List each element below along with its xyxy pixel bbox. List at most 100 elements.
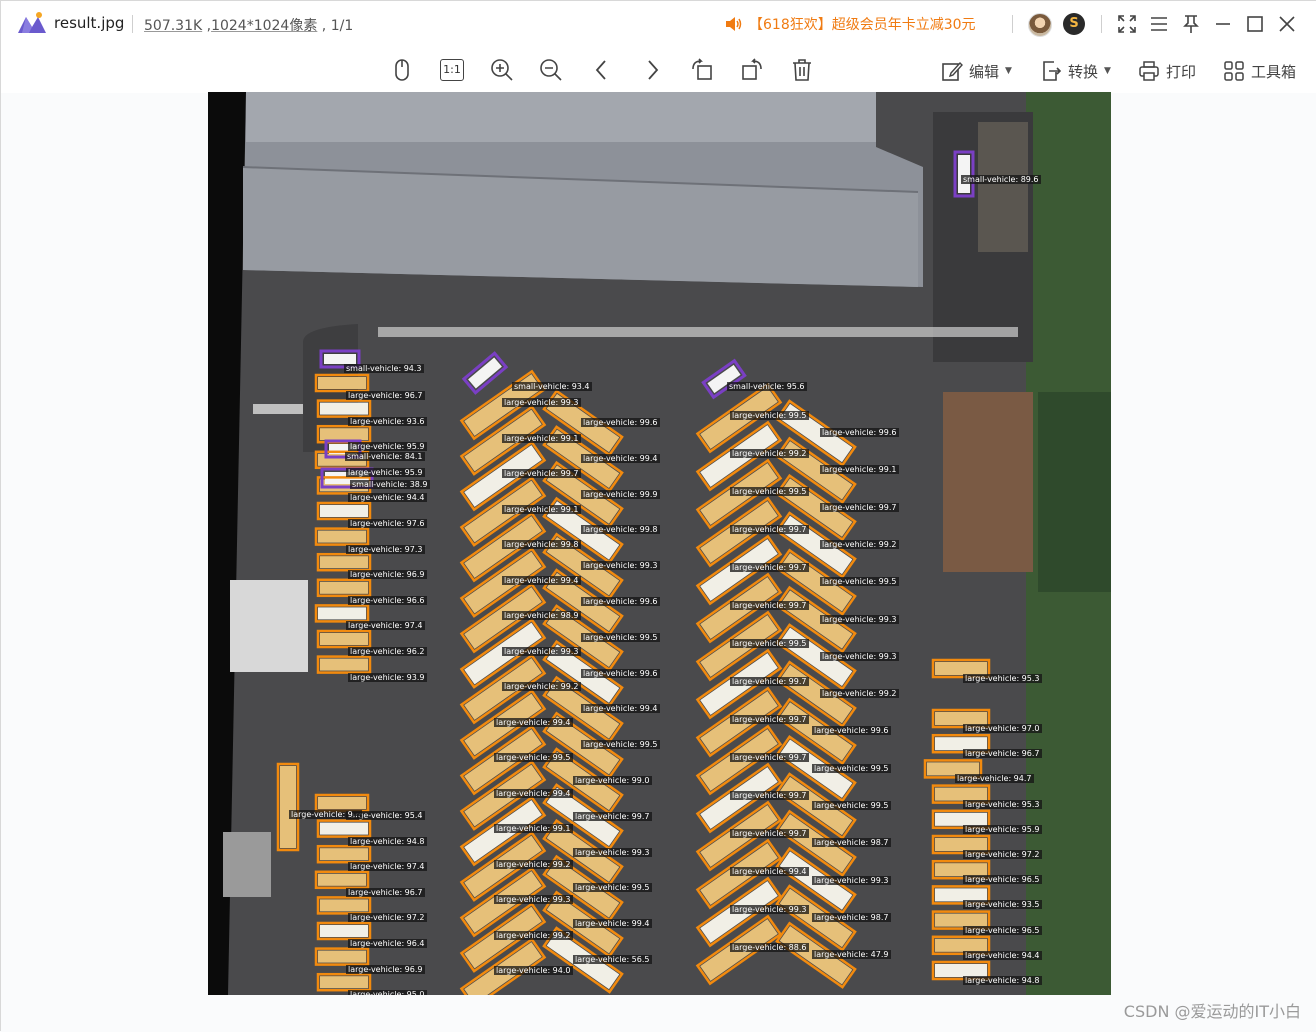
detection-label: large-vehicle: 96.5 <box>963 925 1042 935</box>
bus-body <box>320 976 368 989</box>
detection-label: large-vehicle: 99.5 <box>494 753 573 762</box>
convert-button[interactable]: 转换 ▼ <box>1040 60 1111 82</box>
bus-body <box>320 925 368 937</box>
detection-label: large-vehicle: 99.3 <box>581 561 660 571</box>
detection-label: large-vehicle: 99.7 <box>730 753 809 762</box>
detection-label: large-vehicle: 99.2 <box>820 539 899 549</box>
promo-banner[interactable]: 【618狂欢】超级会员年卡立减30元 <box>725 14 976 34</box>
detection-label: large-vehicle: 99.3 <box>494 895 573 904</box>
detection-label: large-vehicle: 99.5 <box>812 801 891 810</box>
mouse-icon[interactable] <box>389 57 415 83</box>
detection-label: large-vehicle: 47.9 <box>812 950 891 960</box>
actual-size-icon[interactable]: 1:1 <box>440 59 464 81</box>
detection-label: large-vehicle: 99.6 <box>812 726 891 736</box>
detection-label: large-vehicle: 99.5 <box>573 883 652 893</box>
detection-label: large-vehicle: 96.7 <box>346 887 425 897</box>
file-size[interactable]: 507.31K <box>144 18 202 34</box>
bus-body <box>280 766 296 848</box>
detection-label: large-vehicle: 97.2 <box>348 913 427 923</box>
detection-result-image[interactable]: large-vehicle: 96.7 large-vehicle: 93.6 la… <box>208 92 1111 995</box>
detection-label: large-vehicle: 99.7 <box>730 715 809 724</box>
detection-label: large-vehicle: 99.2 <box>730 449 809 458</box>
detection-label: large-vehicle: 94.7 <box>955 774 1034 784</box>
rotate-right-icon[interactable] <box>739 57 765 83</box>
detection-label: large-vehicle: 99.7 <box>730 563 809 572</box>
detection-label: large-vehicle: 99.7 <box>730 601 809 610</box>
detection-label: large-vehicle: 99.5 <box>730 411 809 420</box>
delete-icon[interactable] <box>789 57 815 83</box>
detection-label: large-vehicle: 97.0 <box>963 724 1042 733</box>
detection-label: large-vehicle: 98.7 <box>812 912 891 922</box>
detection-label: large-vehicle: 9... <box>289 810 363 819</box>
maximize-icon[interactable] <box>1244 13 1266 35</box>
zoom-out-icon[interactable] <box>538 57 564 83</box>
bus-body <box>320 822 368 835</box>
detection-label: large-vehicle: 56.5 <box>573 955 652 964</box>
detection-label: large-vehicle: 99.7 <box>730 677 809 686</box>
detection-label: small-vehicle: 94.3 <box>344 364 424 373</box>
detection-label: large-vehicle: 95.9 <box>348 442 427 452</box>
user-avatar[interactable] <box>1028 13 1052 37</box>
detection-label: large-vehicle: 99.2 <box>494 930 573 940</box>
detection-label: large-vehicle: 99.1 <box>502 433 581 443</box>
detection-label: large-vehicle: 99.7 <box>730 525 809 534</box>
close-icon[interactable] <box>1276 13 1298 35</box>
watermark-text: CSDN @爱运动的IT小白 <box>1123 1002 1301 1021</box>
detection-label: large-vehicle: 96.9 <box>346 964 425 974</box>
detection-label: large-vehicle: 99.6 <box>581 597 660 606</box>
detection-label: small-vehicle: 84.1 <box>345 452 425 461</box>
detection-label: large-vehicle: 99.7 <box>730 829 809 838</box>
bus-body <box>318 873 366 886</box>
bus-body <box>320 402 368 415</box>
detection-label: large-vehicle: 94.4 <box>963 950 1042 960</box>
pin-icon[interactable] <box>1180 13 1202 35</box>
detection-label: large-vehicle: 97.2 <box>963 850 1042 859</box>
detection-label: large-vehicle: 99.6 <box>820 428 899 437</box>
promo-text: 【618狂欢】超级会员年卡立减30元 <box>749 17 976 33</box>
detection-label: large-vehicle: 99.4 <box>730 867 809 876</box>
menu-icon[interactable] <box>1148 13 1170 35</box>
convert-icon <box>1043 61 1062 81</box>
detection-label: large-vehicle: 95.0 <box>348 990 427 995</box>
detection-label: large-vehicle: 99.4 <box>494 788 573 798</box>
print-button[interactable]: 打印 <box>1138 60 1196 82</box>
previous-icon[interactable] <box>589 57 615 83</box>
minimize-icon[interactable] <box>1212 13 1234 35</box>
detection-label: large-vehicle: 99.3 <box>502 646 581 656</box>
bus-body <box>318 377 366 389</box>
divider <box>1101 15 1102 33</box>
rotate-left-icon[interactable] <box>689 57 715 83</box>
detection-label: large-vehicle: 99.4 <box>581 453 660 463</box>
bus-body <box>320 581 368 594</box>
detection-label: large-vehicle: 94.4 <box>348 493 427 503</box>
chevron-down-icon: ▼ <box>1104 66 1111 76</box>
bus-body <box>318 607 366 620</box>
detection-label: large-vehicle: 95.9 <box>963 824 1042 834</box>
toolbox-label: 工具箱 <box>1251 62 1297 81</box>
detection-label: large-vehicle: 99.3 <box>820 614 899 624</box>
detection-label: large-vehicle: 99.5 <box>812 763 891 773</box>
detection-label: large-vehicle: 96.9 <box>348 570 427 580</box>
zoom-in-icon[interactable] <box>489 57 515 83</box>
printer-icon <box>1139 61 1159 81</box>
detection-label: large-vehicle: 95.3 <box>963 674 1042 683</box>
detection-label: large-vehicle: 98.7 <box>812 838 891 848</box>
fullscreen-icon[interactable] <box>1116 13 1138 35</box>
s-coin-icon[interactable]: S <box>1063 13 1085 35</box>
detection-label: large-vehicle: 99.3 <box>573 847 652 857</box>
detection-label: large-vehicle: 93.6 <box>348 416 427 426</box>
bus-body <box>320 658 368 671</box>
bus-body <box>318 797 366 809</box>
detection-label: large-vehicle: 96.4 <box>348 939 427 948</box>
detection-label: large-vehicle: 99.2 <box>820 689 899 699</box>
toolbox-button[interactable]: 工具箱 <box>1223 60 1296 82</box>
detection-label: large-vehicle: 99.2 <box>494 859 573 869</box>
detection-label: small-vehicle: 89.6 <box>961 175 1041 184</box>
detection-label: large-vehicle: 99.8 <box>581 525 660 535</box>
edit-button[interactable]: 编辑 ▼ <box>941 60 1012 82</box>
detection-label: large-vehicle: 99.4 <box>494 717 573 727</box>
image-resolution[interactable]: 1024*1024像素 <box>211 18 317 34</box>
detection-label: large-vehicle: 99.5 <box>581 632 660 642</box>
next-icon[interactable] <box>639 57 665 83</box>
detection-label: large-vehicle: 93.5 <box>963 900 1042 910</box>
